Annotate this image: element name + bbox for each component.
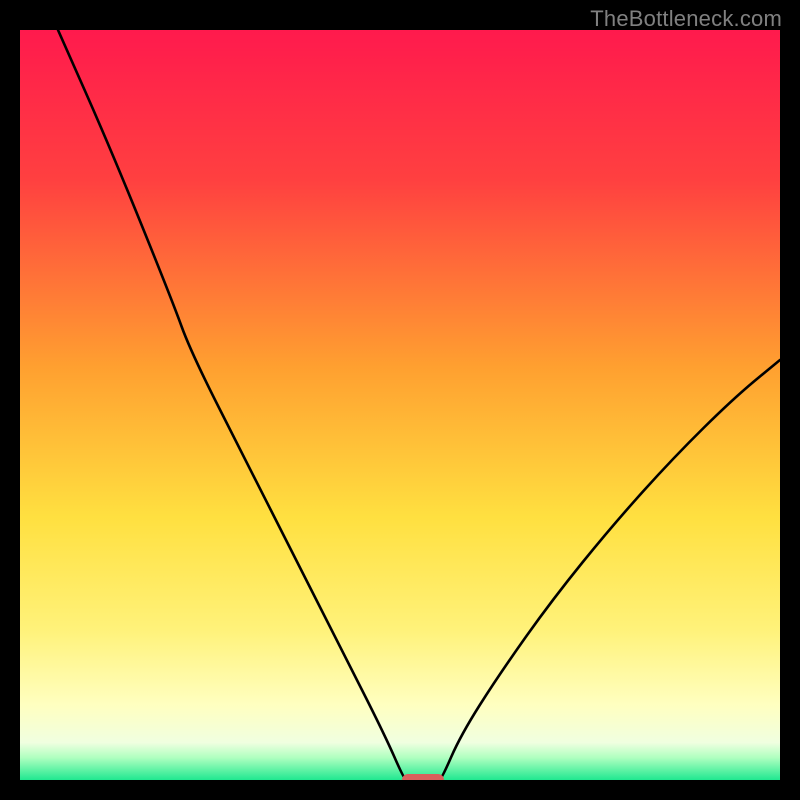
plot-area bbox=[20, 30, 780, 780]
watermark-text: TheBottleneck.com bbox=[590, 6, 782, 32]
background-gradient bbox=[20, 30, 780, 780]
chart-frame: TheBottleneck.com bbox=[0, 0, 800, 800]
optimal-marker bbox=[402, 774, 444, 780]
